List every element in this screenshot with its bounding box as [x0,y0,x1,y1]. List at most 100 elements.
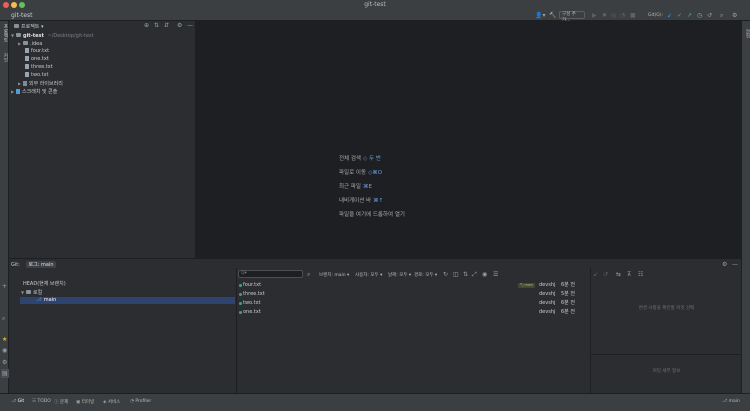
hint-recent-files: 최근 파일 ⌘E [339,184,372,190]
title-bar: git-test [0,0,750,10]
settings-gear-icon[interactable]: ⚙ [732,11,737,20]
branch-group-local[interactable]: ▼ 로컬 [21,289,42,296]
tree-item-file[interactable]: three.txt [25,64,53,71]
tree-item-file[interactable]: one.txt [25,56,49,63]
preview-eye-icon[interactable]: ◉ [482,270,487,279]
add-icon[interactable]: + [2,282,7,291]
detail-info-message: 커밋 세부 정보 [652,369,681,374]
user-icon[interactable]: 👤▾ [535,11,545,20]
branch-head[interactable]: HEAD(현재 브랜치) [23,281,66,288]
tree-item-external-libraries[interactable]: ▶ 외부 라이브러리 [18,80,63,87]
status-tab-todo[interactable]: ☰ TODO [32,399,51,404]
profiler-icon: ◔ [130,399,134,404]
tree-root[interactable]: ▼ git-test ~/Desktop/git-test [11,32,94,39]
services-icon: ◈ [103,400,107,405]
notifications-tool-tab[interactable]: 알림 [744,29,750,38]
filter-path[interactable]: 경로: 모두 ▾ [414,272,437,278]
commit-details-panel: ↙ ↺ ⇆ ⊼ ☷ 변경 사항을 확인할 커밋 선택 커밋 세부 정보 [590,268,741,393]
status-tab-git[interactable]: ⎇ Git [11,399,24,404]
commit-row[interactable]: three.txt devshj 5분 전 [237,290,591,299]
right-tool-strip: 알림 [741,21,750,393]
left-tool-strip: 프로젝트 커밋 [0,21,9,258]
settings-gear-icon[interactable]: ⚙ [2,358,7,367]
filter-branch[interactable]: 브랜치: main ▾ [319,272,349,278]
search-options-icon[interactable]: ⌕ [307,270,310,279]
info-icon: ⓘ [54,400,59,405]
update-icon[interactable]: ↙ [593,270,598,279]
branches-panel: HEAD(현재 브랜치) ▼ 로컬 ⎇ main [9,268,235,393]
locate-icon[interactable]: ⊕ [144,21,149,30]
profile-icon[interactable]: ◔ [620,11,625,20]
status-tab-services[interactable]: ◈ 서비스 [103,399,120,405]
status-tab-terminal[interactable]: ▣ 터미널 [76,399,94,405]
folder-icon [16,33,21,37]
refresh-icon[interactable]: ↻ [443,270,448,279]
text-file-icon [25,72,29,77]
tree-item-file[interactable]: four.txt [25,48,49,55]
commit-row[interactable]: four.txt 🏷main devshj 6분 전 [237,281,591,290]
expand-icon[interactable]: ⤢ [472,270,477,279]
filter-icon[interactable]: ⊼ [627,270,631,279]
status-branch[interactable]: ⎇ main [722,399,740,404]
commit-tool-tab[interactable]: 커밋 [2,53,8,62]
search-icon[interactable]: ⌕ [720,11,723,20]
log-search-input[interactable]: Q▾ [238,270,303,278]
commit-row[interactable]: one.txt devshj 6분 전 [237,308,591,317]
hint-navigation-bar: 내비게이션 바 ⌘↑ [339,198,384,204]
history-icon[interactable]: ◷ [697,11,702,20]
scratches-icon [16,89,20,94]
star-icon[interactable]: ★ [2,335,7,344]
graph-dot-icon [239,293,242,296]
status-tab-profiler[interactable]: ◔ Profiler [130,399,151,404]
status-tab-problems[interactable]: ⓘ 문제 [54,399,68,405]
git-branch-icon: ⎇ [11,399,17,404]
graph-dot-icon [239,311,242,314]
tree-item-file[interactable]: two.txt [25,72,49,79]
build-hammer-icon[interactable]: 🔨 [549,11,556,20]
hint-drop-files: 파일을 여기에 드롭하여 열기 [339,212,405,218]
panel-settings-gear-icon[interactable]: ⚙ [177,21,182,30]
commit-row[interactable]: two.txt devshj 6분 전 [237,299,591,308]
expand-all-icon[interactable]: ⇵ [164,21,169,30]
terminal-icon: ▣ [76,400,81,405]
project-view-selector[interactable]: 프로젝트 ▾ [21,23,44,30]
filter-user[interactable]: 사용자: 모두 ▾ [355,272,382,278]
project-folder-icon [14,24,19,28]
run-icon[interactable]: ▶ [592,11,597,20]
folder-icon [23,41,28,45]
root-name: git-test [23,33,44,39]
status-bar: ⎇ Git ☰ TODO ⓘ 문제 ▣ 터미널 ◈ 서비스 ◔ Profiler… [0,393,750,411]
stop-icon[interactable]: ■ [630,11,636,20]
tree-item-idea[interactable]: ▶ .idea [18,40,42,47]
tree-item-scratches[interactable]: ▶ 스크래치 및 콘솔 [11,88,57,95]
text-file-icon [25,48,29,53]
folder-icon [26,290,31,294]
detail-divider [591,354,741,355]
git-update-icon[interactable]: ↙ [667,11,672,20]
group-by-icon[interactable]: ▤ [1,369,9,378]
log-settings-icon[interactable]: ☰ [493,270,498,279]
filter-icon[interactable]: ◉ [2,346,7,355]
sort-icon[interactable]: ⇅ [463,270,468,279]
branch-item-main[interactable]: ⎇ main [20,297,235,304]
nav-project-name[interactable]: git-test [11,12,33,19]
branch-icon: ⎇ [36,297,42,303]
rollback-icon[interactable]: ↺ [707,11,712,20]
hide-panel-icon[interactable]: — [187,21,193,30]
search-icon[interactable]: ⌕ [2,314,5,323]
diff-icon[interactable]: ⇆ [616,270,621,279]
collapse-all-icon[interactable]: ⇅ [154,21,159,30]
cherry-pick-icon[interactable]: ◫ [453,270,459,279]
git-branch-icon: ⎇ [722,399,728,404]
text-file-icon [25,64,29,69]
revert-icon[interactable]: ↺ [603,270,608,279]
filter-date[interactable]: 날짜: 모두 ▾ [388,272,411,278]
debug-icon[interactable]: ✹ [602,11,607,20]
list-icon: ☰ [32,399,37,404]
project-tool-tab[interactable]: 프로젝트 [2,24,8,42]
group-icon[interactable]: ☷ [638,270,643,279]
coverage-icon[interactable]: ◎ [611,11,616,20]
add-configuration-button[interactable]: 구성 추가... [559,11,585,23]
git-push-icon[interactable]: ↗ [687,11,692,20]
git-commit-icon[interactable]: ✓ [677,11,682,20]
